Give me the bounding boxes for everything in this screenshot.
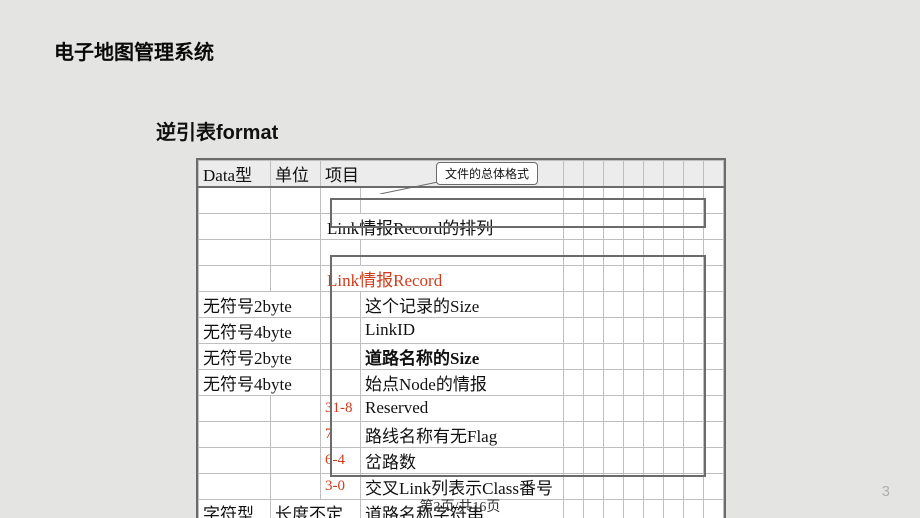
- cell-bits-label-2: 岔路数: [361, 447, 564, 473]
- row-record-head: Link情报Record: [199, 265, 724, 291]
- row-link-array: Link情报Record的排列: [199, 213, 724, 239]
- row-size: 无符号2byte 这个记录的Size: [199, 291, 724, 317]
- section-title: 逆引表format: [156, 116, 278, 145]
- cell-bits-label-0: Reserved: [361, 395, 564, 421]
- page-title: 电子地图管理系统: [54, 36, 214, 65]
- row-bits-2: 6-4 岔路数: [199, 447, 724, 473]
- cell-bits-range-2: 6-4: [321, 447, 361, 473]
- row-bits-0: 31-8 Reserved: [199, 395, 724, 421]
- cell-type-startnode: 无符号4byte: [199, 369, 321, 395]
- cell-item-size: 这个记录的Size: [361, 291, 564, 317]
- col-header-unit: 单位: [271, 161, 321, 188]
- callout-box: 文件的总体格式: [436, 162, 538, 185]
- pager-footer: 第3页/共16页: [0, 496, 920, 516]
- cell-link-array: Link情报Record的排列: [321, 213, 564, 239]
- row-bits-1: 7 路线名称有无Flag: [199, 421, 724, 447]
- cell-type-roadsize: 无符号2byte: [199, 343, 321, 369]
- slide: 电子地图管理系统 逆引表format 文件的总体格式 Data型 单位 项目: [0, 0, 920, 518]
- row-linkid: 无符号4byte LinkID: [199, 317, 724, 343]
- blank-row: [199, 187, 724, 213]
- row-startnode: 无符号4byte 始点Node的情报: [199, 369, 724, 395]
- blank-row: [199, 239, 724, 265]
- cell-type-linkid: 无符号4byte: [199, 317, 321, 343]
- cell-item-linkid: LinkID: [361, 317, 564, 343]
- format-table: Data型 单位 项目 Link情报Record的排列 Link情报Record: [196, 158, 726, 518]
- cell-bits-range-1: 7: [321, 421, 361, 447]
- cell-item-startnode: 始点Node的情报: [361, 369, 564, 395]
- cell-bits-range-0: 31-8: [321, 395, 361, 421]
- cell-type-size: 无符号2byte: [199, 291, 321, 317]
- cell-item-roadsize: 道路名称的Size: [361, 343, 564, 369]
- row-roadsize: 无符号2byte 道路名称的Size: [199, 343, 724, 369]
- callout-connector: [380, 180, 438, 194]
- cell-bits-label-1: 路线名称有无Flag: [361, 421, 564, 447]
- col-header-type: Data型: [199, 161, 271, 188]
- cell-record-head: Link情报Record: [321, 265, 564, 291]
